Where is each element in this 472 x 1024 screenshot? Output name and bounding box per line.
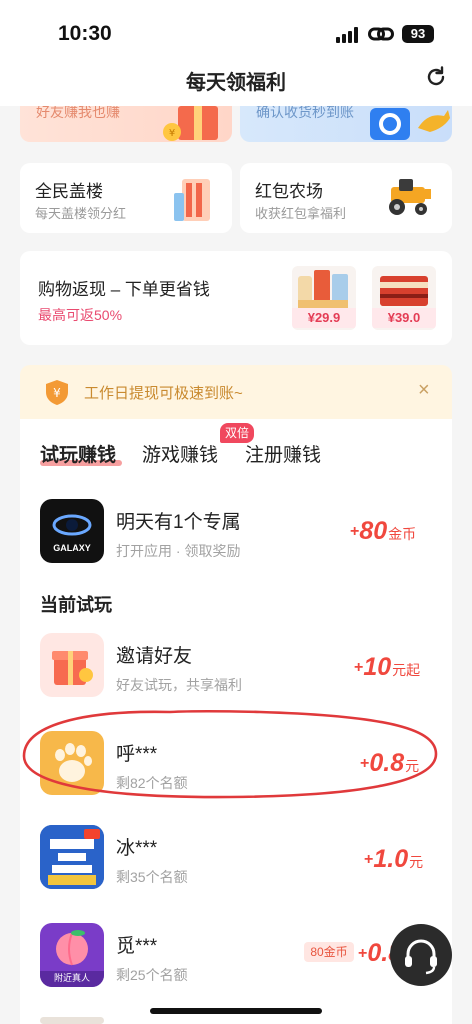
gift-box-icon: ¥ [163, 106, 218, 141]
tractor-icon [389, 179, 431, 215]
product-price: ¥39.0 [372, 308, 436, 328]
section-title: 当前试玩 [40, 595, 112, 615]
list-item-reward: +1.0元 [364, 845, 424, 873]
coin-shield-icon: ¥ [46, 380, 68, 405]
link-icon [368, 27, 394, 41]
notice-text: 工作日提现可极速到账~ [84, 385, 243, 402]
list-item-subtitle: 剩82个名额 [116, 775, 188, 791]
battery-icon: 93 [402, 25, 434, 43]
invite-promo-card[interactable]: 好友赚我也赚 ¥ [20, 106, 232, 142]
list-item-name: 觅*** [116, 936, 158, 957]
svg-text:¥: ¥ [53, 386, 61, 400]
galaxy-app-icon[interactable]: GALAXY [40, 499, 104, 563]
list-item-subtitle: 好友试玩，共享福利 [116, 677, 242, 693]
building-game-title: 全民盖楼 [35, 182, 103, 201]
cashback-title: 购物返现 – 下单更省钱 [38, 280, 210, 299]
product-image [298, 270, 348, 308]
dragon-game-graphic [40, 825, 104, 889]
coin-chip: 80金币 [304, 942, 354, 962]
list-item-subtitle: 剩35个名额 [116, 869, 188, 885]
product-thumb[interactable]: ¥39.0 [372, 266, 436, 330]
gift-graphic [52, 651, 93, 685]
building-game-card[interactable]: 全民盖楼 每天盖楼领分红 [20, 163, 232, 233]
refresh-icon[interactable] [424, 65, 448, 89]
list-item-name: 呼*** [116, 744, 158, 765]
home-indicator [150, 1008, 322, 1014]
product-image [380, 276, 428, 306]
featured-subtitle: 打开应用 · 领取奖励 [116, 543, 241, 559]
invite-promo-text: 好友赚我也赚 [36, 106, 120, 120]
status-time: 10:30 [58, 22, 112, 45]
dragon-game-icon[interactable] [40, 825, 104, 889]
featured-name: 明天有1个专属 [116, 512, 241, 533]
redpacket-farm-card[interactable]: 红包农场 收获红包拿福利 [240, 163, 452, 233]
peach-icon-caption: 附近真人 [40, 971, 104, 987]
tab-game-earn[interactable]: 游戏赚钱 [142, 440, 218, 467]
cashback-subtitle: 最高可返50% [38, 307, 123, 323]
list-item-name: 邀请好友 [116, 646, 193, 667]
paw-graphic [55, 743, 92, 782]
nav-bar: 每天领福利 [0, 62, 472, 106]
redpacket-farm-title: 红包农场 [255, 182, 323, 201]
delivery-icon [370, 108, 450, 140]
galaxy-icon-text: GALAXY [53, 543, 91, 553]
paw-icon[interactable] [40, 731, 104, 795]
list-item-reward: +10元起 [354, 653, 421, 681]
building-icon [174, 179, 210, 221]
list-item-reward: +0.8元 [360, 749, 420, 777]
peach-icon[interactable]: 附近真人 [40, 923, 104, 987]
tab-register-earn[interactable]: 注册赚钱 [245, 440, 321, 467]
building-game-subtitle: 每天盖楼领分红 [35, 206, 127, 221]
customer-service-button[interactable] [390, 924, 452, 986]
featured-reward: +80金币 [350, 517, 417, 545]
receipt-promo-card[interactable]: 确认收货秒到账 [240, 106, 452, 142]
headset-icon [405, 939, 437, 975]
product-price: ¥29.9 [292, 308, 356, 328]
list-item-name: 冰*** [116, 838, 158, 859]
product-thumb[interactable]: ¥29.9 [292, 266, 356, 330]
page-title: 每天领福利 [186, 72, 286, 94]
withdraw-notice: ¥ 工作日提现可极速到账~ × [20, 365, 452, 419]
redpacket-farm-subtitle: 收获红包拿福利 [255, 206, 347, 221]
gift-icon[interactable] [40, 633, 104, 697]
galaxy-logo-graphic [52, 514, 92, 536]
list-item-subtitle: 剩25个名额 [116, 967, 188, 983]
task-panel: 试玩赚钱 游戏赚钱 双倍 注册赚钱 GALAXY 明天有1个专属 打开应用 · … [20, 419, 452, 1024]
svg-text:¥: ¥ [169, 128, 175, 139]
status-bar: 10:30 93 [0, 0, 472, 62]
receipt-promo-text: 确认收货秒到账 [256, 106, 354, 120]
close-icon[interactable]: × [418, 379, 430, 402]
peach-graphic [56, 930, 88, 966]
next-item-icon[interactable] [40, 1017, 104, 1024]
signal-icon [336, 27, 360, 43]
cashback-card[interactable]: 购物返现 – 下单更省钱 最高可返50% ¥29.9 ¥39.0 [20, 251, 452, 345]
tab-trial-earn[interactable]: 试玩赚钱 [40, 440, 116, 467]
